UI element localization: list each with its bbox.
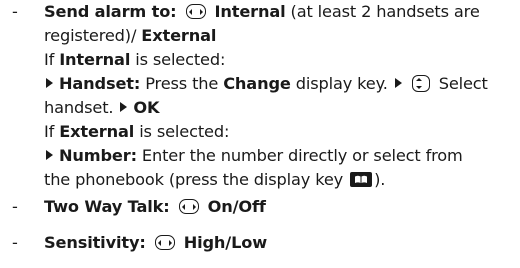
nav-key-up-down-icon xyxy=(411,75,430,92)
number-step-line-2: the phonebook (press the display key ). xyxy=(44,168,385,192)
internal-option: Internal xyxy=(214,2,286,21)
select-text: Select xyxy=(438,74,488,93)
sensitivity-label: Sensitivity: xyxy=(44,233,146,252)
handset-cont: handset. xyxy=(44,98,114,117)
nav-key-left-right-icon xyxy=(154,235,175,250)
handset-text1: Press the xyxy=(145,74,219,93)
if-external-prefix: If xyxy=(44,122,55,141)
handset-step-line-2: handset. OK xyxy=(44,96,160,120)
sensitivity-line: Sensitivity: High/Low xyxy=(44,231,267,255)
handset-label: Handset: xyxy=(59,74,141,93)
number-close: ). xyxy=(374,170,386,189)
bullet-dash: - xyxy=(12,197,18,216)
handset-step-line: Handset: Press the Change display key. S… xyxy=(44,72,488,96)
send-alarm-line-2: registered)/ External xyxy=(44,24,216,48)
sensitivity-value: High/Low xyxy=(183,233,268,252)
number-label: Number: xyxy=(59,146,137,165)
triangle-arrow-icon xyxy=(394,78,402,88)
if-external-suffix: is selected: xyxy=(139,122,230,141)
number-step-line: Number: Enter the number directly or sel… xyxy=(44,144,463,168)
nav-key-left-right-icon xyxy=(185,4,206,19)
handset-text2: display key. xyxy=(295,74,388,93)
send-alarm-label: Send alarm to: xyxy=(44,2,177,21)
triangle-arrow-icon xyxy=(120,102,128,112)
two-way-talk-value: On/Off xyxy=(207,197,266,216)
phonebook-key-icon xyxy=(350,172,373,187)
if-external-line: If External is selected: xyxy=(44,120,229,144)
number-text: Enter the number directly or select from xyxy=(141,146,463,165)
if-internal-suffix: is selected: xyxy=(135,50,226,69)
if-external-value: External xyxy=(59,122,135,141)
external-option: External xyxy=(141,26,217,45)
if-internal-prefix: If xyxy=(44,50,55,69)
two-way-talk-line: Two Way Talk: On/Off xyxy=(44,195,266,219)
triangle-arrow-icon xyxy=(46,78,53,88)
if-internal-line: If Internal is selected: xyxy=(44,48,225,72)
internal-note: (at least 2 handsets are xyxy=(290,2,480,21)
internal-note-cont: registered)/ xyxy=(44,26,137,45)
number-cont: the phonebook (press the display key xyxy=(44,170,344,189)
if-internal-value: Internal xyxy=(59,50,131,69)
triangle-arrow-icon xyxy=(46,150,53,160)
send-alarm-line: Send alarm to: Internal (at least 2 hand… xyxy=(44,0,480,24)
nav-key-left-right-icon xyxy=(178,199,199,214)
two-way-talk-label: Two Way Talk: xyxy=(44,197,170,216)
ok-key-label: OK xyxy=(133,98,160,117)
manual-excerpt: - Send alarm to: Internal (at least 2 ha… xyxy=(0,0,520,268)
bullet-dash: - xyxy=(12,233,18,252)
bullet-dash: - xyxy=(12,2,18,21)
change-key-label: Change xyxy=(223,74,291,93)
